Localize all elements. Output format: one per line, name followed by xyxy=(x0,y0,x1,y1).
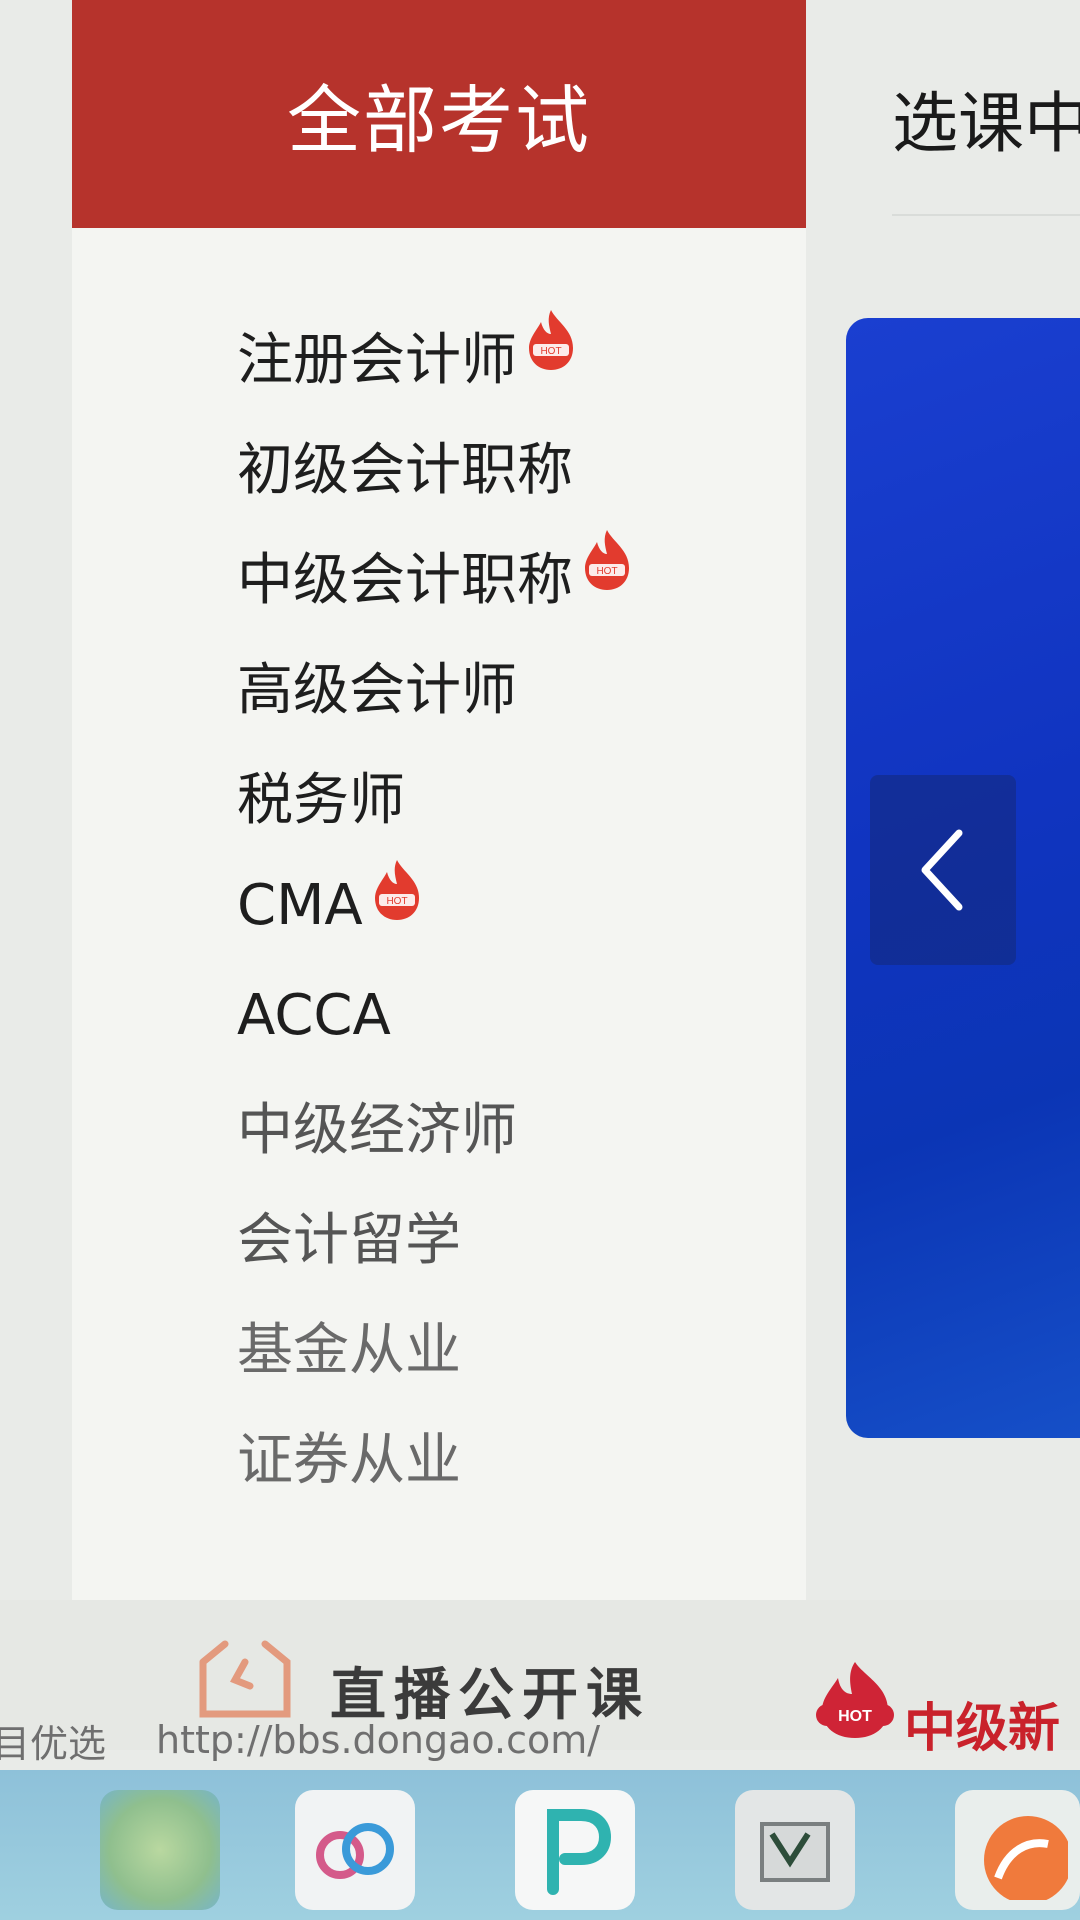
hot-flame-icon: HOT xyxy=(374,860,419,920)
exam-item-label: CMA xyxy=(237,872,363,938)
exam-item-label: 证券从业 xyxy=(237,1427,461,1493)
exam-item-label: 中级经济师 xyxy=(237,1097,517,1163)
tab-course-selection[interactable]: 选课中 xyxy=(892,70,1080,166)
p-letter-icon xyxy=(547,1809,612,1895)
svg-text:HOT: HOT xyxy=(540,346,561,357)
exam-item-fund-practitioner[interactable]: 基金从业 xyxy=(72,1290,806,1400)
exam-item-junior-accountant[interactable]: 初级会计职称 xyxy=(72,410,806,520)
taskbar-cloud-icon[interactable] xyxy=(295,1790,415,1910)
taskbar-orange-app-icon[interactable] xyxy=(955,1790,1080,1910)
exam-item-label: 税务师 xyxy=(237,767,405,833)
exam-list: 注册会计师 HOT 初级会计职称 中级会计职称 HOT 高级会计师 税务师 CM xyxy=(72,300,806,1510)
exam-item-label: 基金从业 xyxy=(237,1317,461,1383)
taskbar-p-app-icon[interactable] xyxy=(515,1790,635,1910)
live-broadcast-icon[interactable] xyxy=(195,1640,295,1720)
exam-item-senior-accountant[interactable]: 高级会计师 xyxy=(72,630,806,740)
exam-item-accounting-study-abroad[interactable]: 会计留学 xyxy=(72,1180,806,1290)
exam-item-cma[interactable]: CMA HOT xyxy=(72,850,806,960)
exam-item-label: ACCA xyxy=(237,982,391,1048)
tab-divider xyxy=(892,214,1080,216)
all-exams-header[interactable]: 全部考试 xyxy=(72,0,806,228)
orange-swirl-icon xyxy=(983,1816,1068,1900)
browser-status-bar: 目优选 http://bbs.dongao.com/ xyxy=(0,1710,1080,1770)
exam-item-label: 注册会计师 xyxy=(237,327,517,393)
exam-item-label: 高级会计师 xyxy=(237,657,517,723)
chevron-left-icon xyxy=(921,829,963,911)
exam-item-intermediate-accountant[interactable]: 中级会计职称 HOT xyxy=(72,520,806,630)
hot-flame-icon: HOT xyxy=(585,530,629,590)
svg-text:HOT: HOT xyxy=(596,566,617,577)
exam-sidebar: 全部考试 注册会计师 HOT 初级会计职称 中级会计职称 HOT 高级会计师 税… xyxy=(72,0,806,1600)
hot-flame-icon: HOT xyxy=(529,310,573,370)
exam-item-tax-agent[interactable]: 税务师 xyxy=(72,740,806,850)
status-url: http://bbs.dongao.com/ xyxy=(156,1718,601,1762)
exam-item-cpa[interactable]: 注册会计师 HOT xyxy=(72,300,806,410)
svg-text:HOT: HOT xyxy=(386,896,407,907)
exam-item-label: 中级会计职称 xyxy=(237,547,573,613)
banner-prev-button[interactable] xyxy=(870,775,1016,965)
exam-item-acca[interactable]: ACCA xyxy=(72,960,806,1070)
exam-item-intermediate-economist[interactable]: 中级经济师 xyxy=(72,1070,806,1180)
status-prefix: 目优选 xyxy=(0,1721,107,1766)
taskbar-office-icon[interactable] xyxy=(735,1790,855,1910)
exam-item-label: 会计留学 xyxy=(237,1207,461,1273)
exam-item-label: 初级会计职称 xyxy=(237,437,573,503)
taskbar-app-icon[interactable] xyxy=(100,1790,220,1910)
cloud-icon xyxy=(316,1823,394,1879)
exam-item-securities-practitioner[interactable]: 证券从业 xyxy=(72,1400,806,1510)
document-icon xyxy=(760,1822,830,1882)
